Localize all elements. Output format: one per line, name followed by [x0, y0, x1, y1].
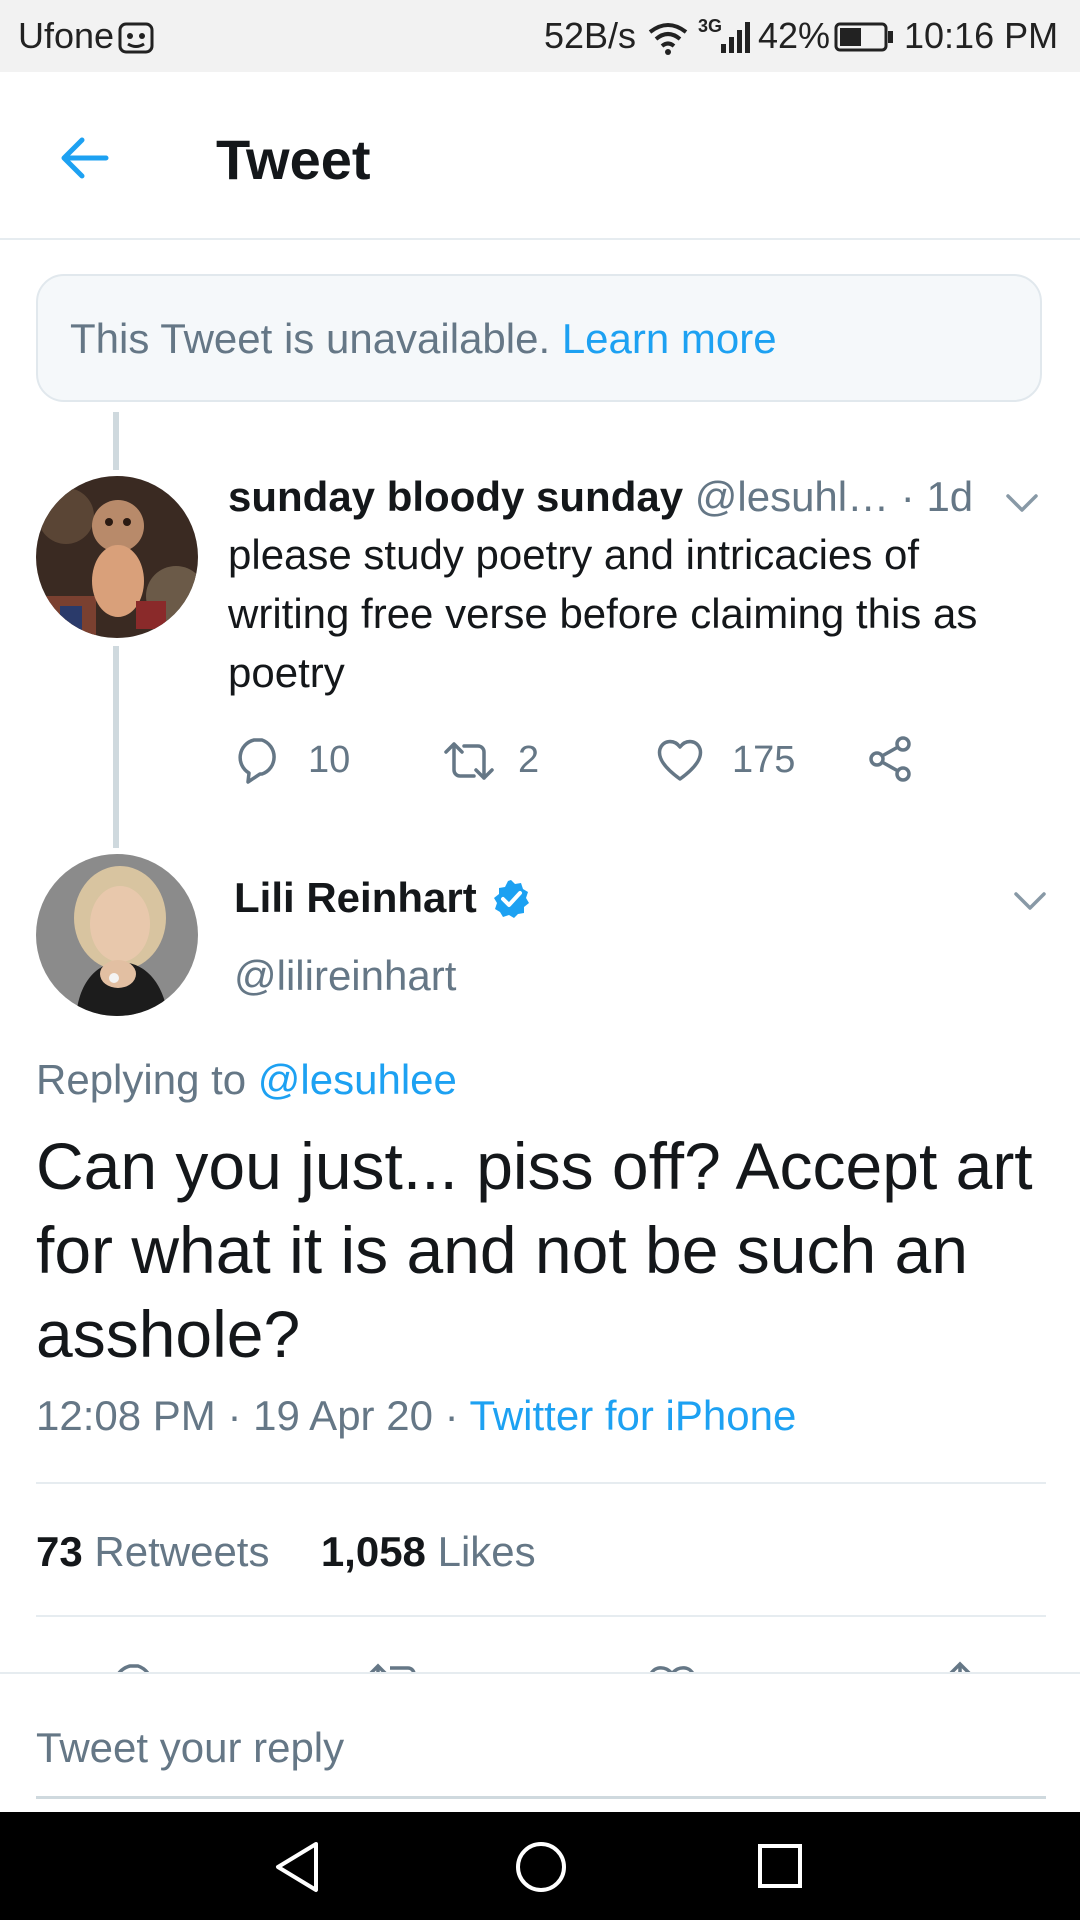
divider [36, 1615, 1046, 1617]
parent-tweet-time: · 1d [900, 473, 974, 520]
main-author-name-text: Lili Reinhart [234, 874, 477, 921]
like-heart-icon[interactable] [654, 734, 706, 791]
signal-icon [720, 20, 754, 59]
chevron-down-icon[interactable] [1002, 482, 1042, 527]
parent-author-handle[interactable]: @lesuhl… [695, 473, 889, 520]
carrier-logo-icon [118, 22, 154, 59]
replying-to-label: Replying to [36, 1056, 247, 1103]
tweet-source-link[interactable]: Twitter for iPhone [470, 1392, 797, 1439]
nav-back-icon[interactable] [272, 1840, 322, 1899]
thread-connector-middle [113, 646, 119, 848]
replying-to: Replying to @lesuhlee [36, 1054, 457, 1106]
unavailable-notice-text: This Tweet is unavailable. Learn more [70, 314, 777, 364]
system-nav-bar [0, 1812, 1080, 1920]
retweets-label: Retweets [94, 1528, 270, 1575]
top-app-bar: Tweet [0, 72, 1080, 240]
clock: 10:16 PM [904, 15, 1059, 56]
retweets-stat[interactable]: 73 Retweets [36, 1528, 269, 1575]
thread-connector-top [113, 412, 119, 470]
carrier-label: Ufone [18, 15, 115, 56]
back-arrow-icon[interactable] [56, 130, 112, 186]
page-title: Tweet [216, 128, 371, 191]
parent-author-name[interactable]: sunday bloody sunday [228, 473, 683, 520]
tweet-date: · 19 Apr 20 · [227, 1392, 459, 1439]
likes-label: Likes [437, 1528, 536, 1575]
share-icon[interactable] [866, 734, 916, 789]
verified-badge-icon [490, 878, 532, 925]
replying-to-handle-link[interactable]: @lesuhlee [258, 1056, 457, 1103]
reply-icon[interactable] [232, 734, 284, 791]
reply-input-underline [36, 1796, 1046, 1799]
main-chevron-down-icon[interactable] [1010, 880, 1050, 925]
parent-retweet-count: 2 [518, 739, 540, 781]
parent-tweet-header: sunday bloody sunday @lesuhl… · 1d [228, 472, 973, 522]
main-author-name[interactable]: Lili Reinhart [234, 872, 477, 924]
reply-composer: Tweet your reply [0, 1672, 1080, 1814]
parent-reply-count: 10 [308, 739, 351, 781]
main-tweet-text: Can you just... piss off? Accept art for… [36, 1129, 1033, 1371]
engagement-stats: 73 Retweets 1,058 Likes [36, 1526, 536, 1578]
battery-percent: 42% [758, 15, 831, 56]
parent-tweet-text: please study poetry and intricacies of w… [228, 531, 978, 696]
unavailable-tweet-notice: This Tweet is unavailable. Learn more [36, 274, 1042, 402]
wifi-icon [646, 20, 690, 61]
battery-icon [834, 22, 894, 57]
avatar-sunday-bloody-sunday[interactable] [36, 476, 198, 638]
tweet-timestamp: 12:08 PM · 19 Apr 20 · Twitter for iPhon… [36, 1390, 796, 1442]
likes-count: 1,058 [320, 1528, 426, 1575]
network-type: 3G [698, 16, 723, 36]
network-speed: 52B/s [544, 15, 637, 56]
tweet-time: 12:08 PM [36, 1392, 216, 1439]
learn-more-link[interactable]: Learn more [562, 315, 777, 362]
main-actions-row [0, 1650, 1080, 1674]
likes-stat[interactable]: 1,058 Likes [321, 1528, 536, 1575]
avatar-lili-reinhart[interactable] [36, 854, 198, 1016]
nav-recents-icon[interactable] [756, 1842, 804, 1895]
status-bar: Ufone 52B/s 3G 42% 10:16 PM [0, 0, 1080, 72]
retweet-icon[interactable] [440, 738, 498, 789]
main-author-handle[interactable]: @lilireinhart [234, 950, 456, 1002]
unavailable-message: This Tweet is unavailable. [70, 315, 551, 362]
reply-input[interactable]: Tweet your reply [36, 1722, 344, 1774]
nav-home-icon[interactable] [514, 1840, 568, 1899]
divider [36, 1482, 1046, 1484]
parent-like-count: 175 [732, 739, 796, 781]
retweets-count: 73 [36, 1528, 83, 1575]
